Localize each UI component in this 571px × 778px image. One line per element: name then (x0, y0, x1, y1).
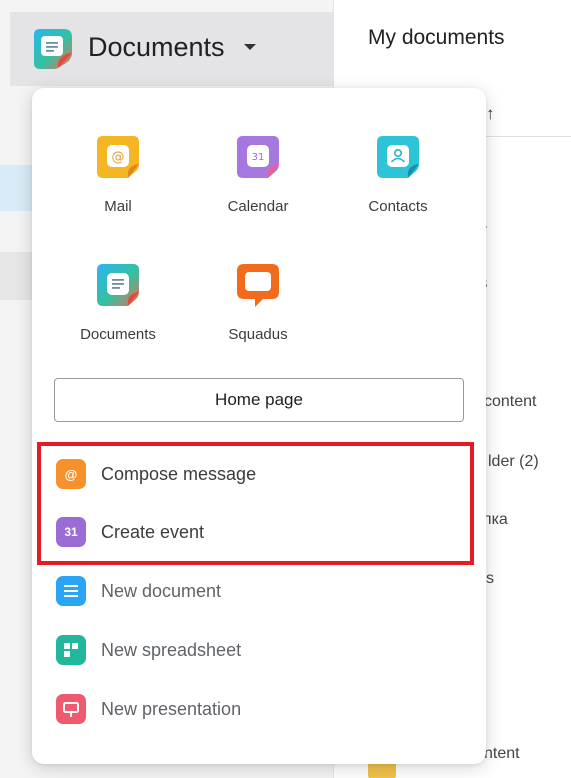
app-tile-label: Mail (104, 198, 132, 215)
spreadsheet-icon (56, 635, 86, 665)
documents-icon (97, 264, 139, 306)
action-label: New spreadsheet (101, 639, 242, 660)
app-tile-label: Contacts (368, 198, 428, 215)
app-menu-dropdown: @ Mail 31 Calendar Contacts Documents Sq… (32, 88, 486, 764)
list-item[interactable]: content (484, 393, 536, 411)
action-label: Compose message (101, 463, 257, 484)
arrow-up-icon[interactable]: ↑ (486, 104, 495, 124)
app-tile-squadus[interactable]: Squadus (188, 262, 328, 382)
new-document-action[interactable]: New document (54, 569, 464, 613)
list-item[interactable]: ntent (484, 745, 520, 763)
action-label: Create event (101, 521, 205, 542)
app-tile-mail[interactable]: @ Mail (48, 134, 188, 254)
app-switcher[interactable]: Documents (10, 12, 334, 86)
document-lines-icon (56, 576, 86, 606)
list-item[interactable]: s (486, 570, 494, 588)
app-tile-label: Documents (80, 326, 156, 343)
app-switcher-title: Documents (88, 32, 225, 62)
compose-message-action[interactable]: @ Compose message (54, 452, 464, 496)
app-tile-contacts[interactable]: Contacts (328, 134, 468, 254)
app-tile-documents[interactable]: Documents (48, 262, 188, 382)
svg-text:31: 31 (252, 152, 265, 163)
action-label: New document (101, 580, 222, 601)
documents-icon (34, 29, 72, 69)
squadus-icon (237, 264, 279, 307)
divider (486, 136, 571, 137)
app-tile-calendar[interactable]: 31 Calendar (188, 134, 328, 254)
svg-text:@: @ (112, 150, 125, 165)
new-spreadsheet-action[interactable]: New spreadsheet (54, 628, 464, 672)
contacts-icon (377, 136, 419, 178)
create-event-action[interactable]: 31 Create event (54, 510, 464, 554)
at-icon: @ (56, 459, 86, 489)
calendar-31-icon: 31 (56, 517, 86, 547)
action-label: New presentation (101, 698, 242, 719)
presentation-icon (56, 694, 86, 724)
page-title: My documents (368, 26, 505, 49)
app-tile-label: Squadus (228, 326, 288, 343)
home-page-button[interactable]: Home page (54, 378, 464, 422)
mail-icon: @ (97, 136, 139, 178)
calendar-icon: 31 (237, 136, 279, 178)
chevron-down-icon (244, 44, 256, 50)
list-item[interactable]: lder (2) (488, 453, 539, 471)
app-tile-label: Calendar (227, 198, 289, 215)
new-presentation-action[interactable]: New presentation (54, 687, 464, 731)
